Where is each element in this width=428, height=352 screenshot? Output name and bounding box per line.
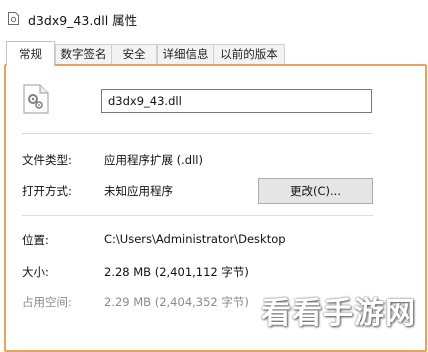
opens-with-value: 未知应用程序 [104,184,173,198]
location-value: C:\Users\Administrator\Desktop [104,232,286,246]
size-label: 大小: [22,265,49,279]
opens-with-label: 打开方式: [22,184,72,198]
window-title: d3dx9_43.dll 属性 [28,13,138,28]
properties-dialog: d3dx9_43.dll 属性 常规 数字签名 安全 详细信息 以前的版本 d3… [0,0,428,352]
tab-security[interactable]: 安全 [111,44,157,65]
tab-general[interactable]: 常规 [6,41,55,66]
file-type-value: 应用程序扩展 (.dll) [104,153,203,167]
tab-digital-signatures[interactable]: 数字签名 [55,44,112,65]
tab-strip: 常规 数字签名 安全 详细信息 以前的版本 [0,41,300,66]
gear-file-icon [23,84,49,114]
size-on-disk-value: 2.29 MB (2,404,352 字节) [104,295,249,309]
tab-previous-versions[interactable]: 以前的版本 [213,44,285,65]
location-label: 位置: [22,233,49,247]
divider [22,133,373,134]
size-on-disk-label: 占用空间: [22,295,72,309]
watermark: 看看手游网 [261,296,416,331]
file-name-field[interactable]: d3dx9_43.dll [101,89,372,113]
change-button[interactable]: 更改(C)... [258,178,373,204]
dll-file-icon [7,12,20,25]
file-type-label: 文件类型: [22,153,72,167]
divider [22,215,373,216]
size-value: 2.28 MB (2,401,112 字节) [104,265,249,279]
tab-details[interactable]: 详细信息 [157,44,214,65]
title-bar: d3dx9_43.dll 属性 [0,0,428,36]
